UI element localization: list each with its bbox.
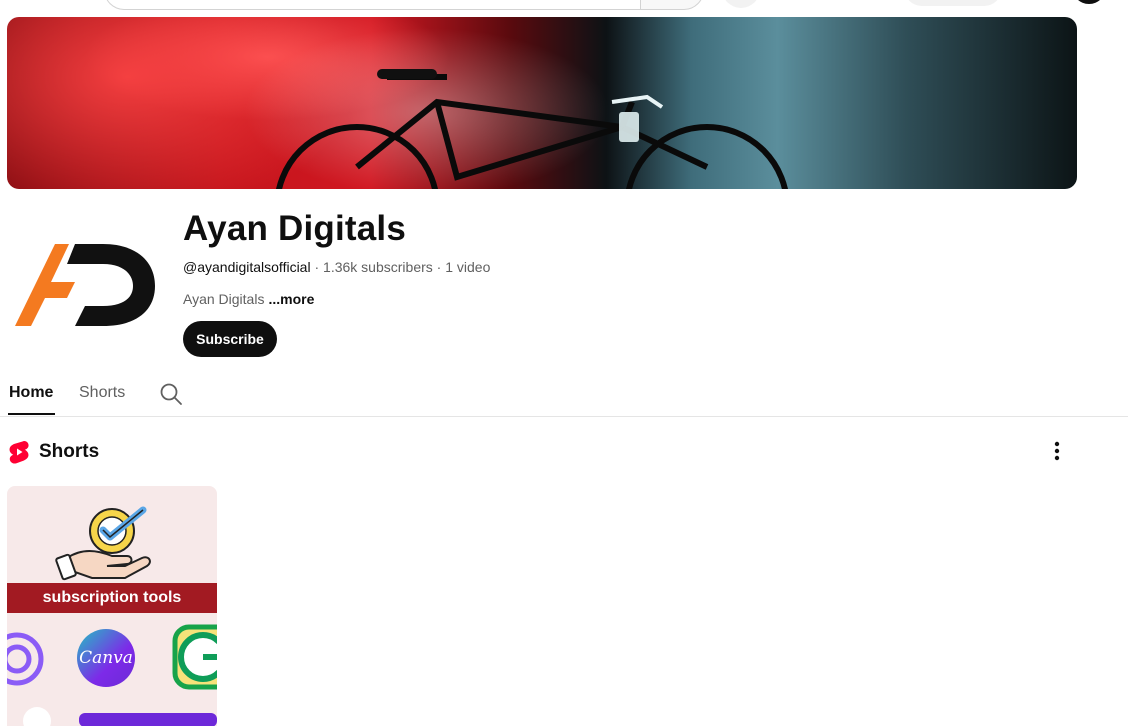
video-count: 1 video	[445, 259, 491, 275]
channel-handle: @ayandigitalsofficial	[183, 259, 311, 275]
channel-banner	[7, 17, 1077, 189]
channel-meta: @ayandigitalsofficial · 1.36k subscriber…	[183, 259, 490, 275]
description-text: Ayan Digitals	[183, 291, 265, 307]
subscribe-button[interactable]: Subscribe	[183, 321, 277, 357]
thumbnail-title: subscription tools	[7, 583, 217, 613]
short-thumbnail[interactable]: subscription tools Canva	[7, 486, 217, 726]
shorts-icon	[9, 440, 29, 464]
search-icon[interactable]	[159, 382, 183, 406]
tab-home[interactable]: Home	[9, 384, 53, 402]
channel-avatar[interactable]	[7, 206, 167, 366]
shorts-section-title: Shorts	[39, 441, 100, 462]
meta-separator: ·	[310, 259, 324, 275]
tab-selected-indicator	[8, 413, 55, 415]
search-button[interactable]	[640, 0, 704, 10]
create-button[interactable]	[904, 0, 1002, 6]
account-avatar[interactable]	[1072, 0, 1106, 4]
canva-logo: Canva	[77, 629, 135, 687]
meta-separator: ·	[432, 259, 446, 275]
channel-tabs: Home Shorts	[0, 372, 1128, 417]
subscriber-count: 1.36k subscribers	[323, 259, 433, 275]
more-vert-icon[interactable]	[1044, 438, 1070, 464]
search-input[interactable]	[104, 0, 641, 10]
tab-shorts[interactable]: Shorts	[79, 384, 125, 402]
voice-search-button[interactable]	[722, 0, 760, 8]
channel-description[interactable]: Ayan Digitals ...more	[183, 291, 314, 307]
more-link[interactable]: ...more	[268, 291, 314, 307]
channel-name: Ayan Digitals	[183, 209, 407, 248]
